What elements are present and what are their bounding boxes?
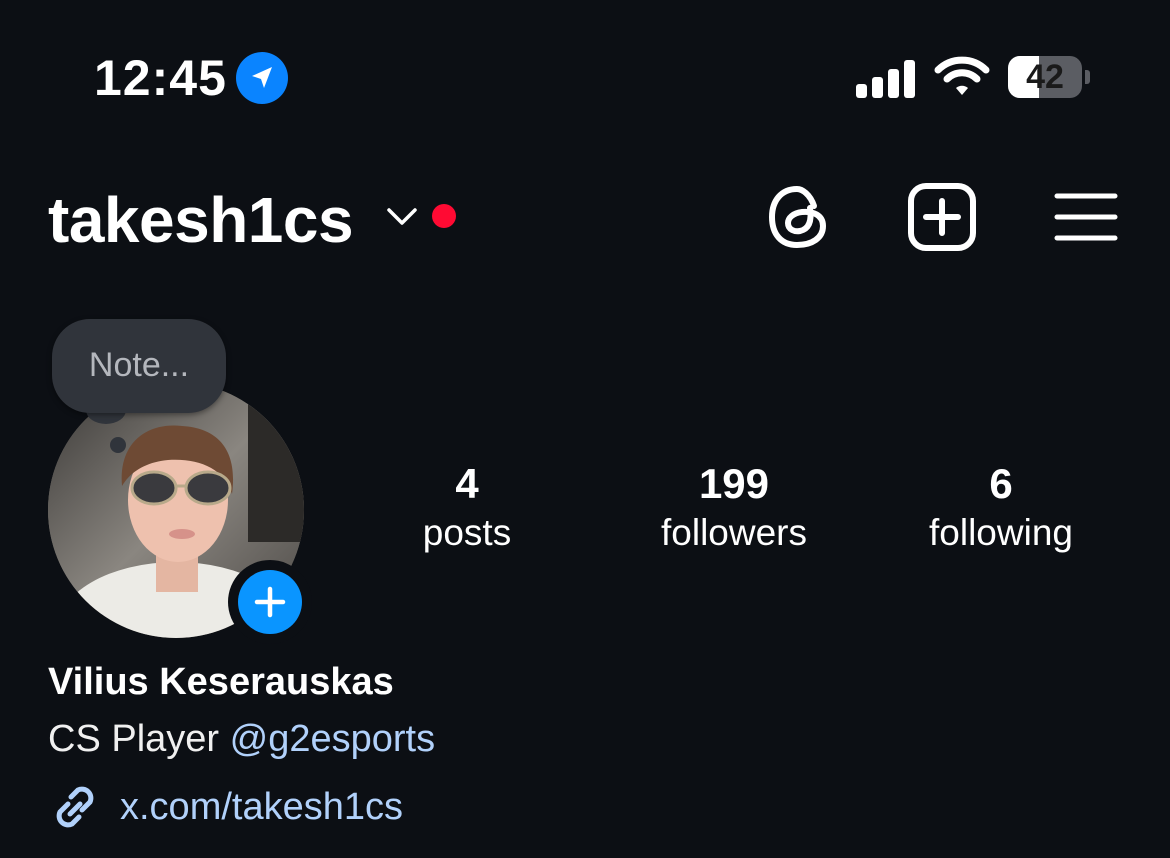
battery-icon: 42	[1008, 56, 1090, 100]
profile-website-link[interactable]: x.com/takesh1cs	[120, 782, 403, 832]
threads-icon[interactable]	[766, 184, 830, 255]
status-time: 12:45	[94, 50, 227, 106]
notification-dot	[432, 204, 456, 228]
note-bubble-tail-dot	[110, 437, 126, 453]
battery-percent: 42	[1026, 58, 1064, 96]
bio-mention-link[interactable]: @g2esports	[230, 718, 435, 760]
note-placeholder[interactable]: Note...	[52, 344, 226, 386]
location-icon	[236, 52, 288, 104]
menu-icon[interactable]	[1054, 192, 1118, 247]
profile-bio: CS Player @g2esports	[48, 714, 435, 764]
stat-label: followers	[661, 512, 807, 553]
link-icon[interactable]	[48, 782, 102, 837]
new-post-icon[interactable]	[907, 182, 977, 257]
stat-value: 6	[989, 460, 1013, 507]
stat-value: 199	[698, 460, 770, 507]
profile-full-name: Vilius Keserauskas	[48, 661, 394, 703]
stat-value: 4	[455, 460, 479, 507]
account-username[interactable]: takesh1cs	[48, 184, 354, 256]
chevron-down-icon[interactable]	[386, 206, 418, 233]
add-story-button[interactable]	[228, 560, 312, 644]
plus-icon	[254, 586, 286, 618]
stat-label: posts	[422, 512, 512, 553]
bio-text: CS Player	[48, 718, 230, 760]
stat-following[interactable]: 6 following	[881, 460, 1121, 556]
stat-label: following	[929, 512, 1073, 553]
wifi-icon	[934, 56, 990, 103]
cellular-signal-icon	[856, 58, 916, 98]
stat-posts[interactable]: 4 posts	[347, 460, 587, 556]
stat-followers[interactable]: 199 followers	[614, 460, 854, 556]
